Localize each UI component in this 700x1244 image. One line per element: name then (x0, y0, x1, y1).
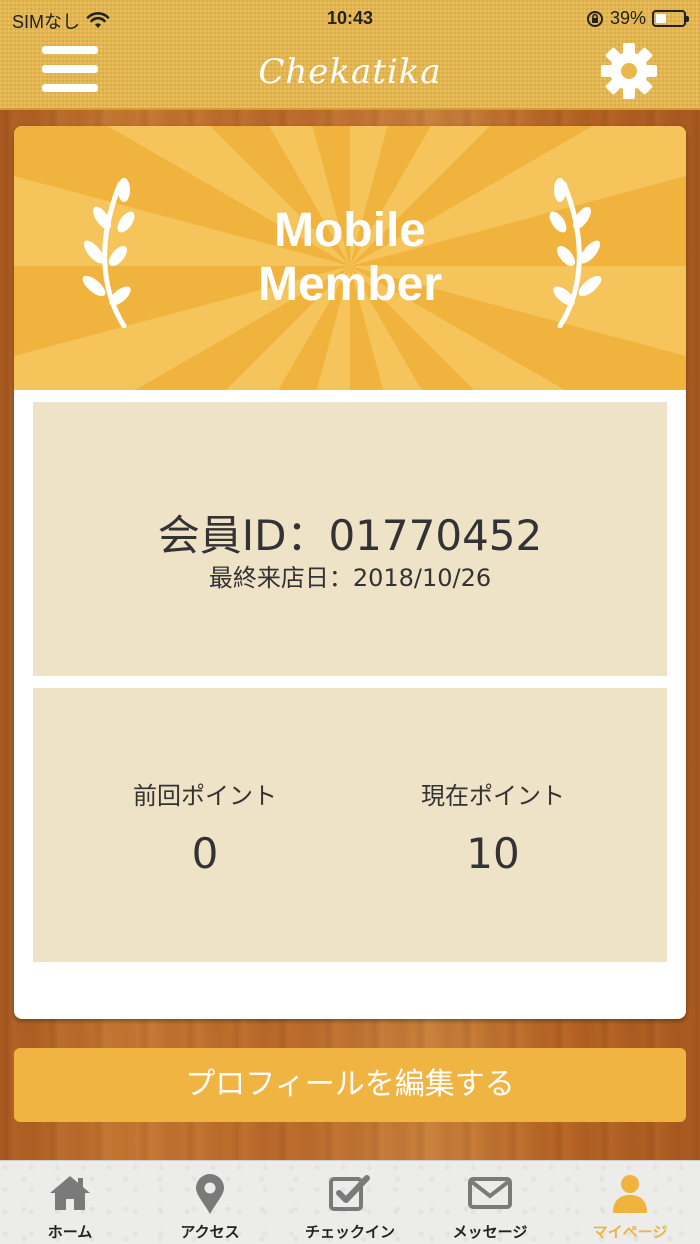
tab-message-label: メッセージ (452, 1223, 528, 1241)
home-icon (50, 1176, 90, 1210)
current-points-value: 10 (466, 829, 520, 878)
tab-mypage[interactable]: マイページ (560, 1161, 700, 1244)
envelope-icon (468, 1177, 512, 1209)
tab-checkin[interactable]: チェックイン (280, 1161, 420, 1244)
rotation-lock-icon (586, 10, 603, 27)
member-banner: Mobile Member (14, 126, 686, 390)
member-id: 会員ID：01770452 (157, 511, 543, 560)
tab-mypage-label: マイページ (592, 1223, 668, 1241)
map-pin-icon (196, 1174, 224, 1214)
edit-profile-button[interactable]: プロフィールを編集する (14, 1048, 686, 1122)
member-id-panel: 会員ID：01770452 最終来店日：2018/10/26 (33, 402, 667, 676)
tab-home[interactable]: ホーム (0, 1161, 140, 1244)
brand-logo: Chekatika (258, 52, 442, 92)
checkbox-icon (329, 1175, 370, 1211)
tab-home-label: ホーム (47, 1223, 93, 1241)
current-points-label: 現在ポイント (421, 782, 565, 810)
gear-icon[interactable] (600, 42, 658, 100)
previous-points: 前回ポイント 0 (55, 776, 355, 878)
current-points: 現在ポイント 10 (343, 776, 643, 878)
previous-points-label: 前回ポイント (133, 782, 277, 810)
user-icon (613, 1175, 647, 1213)
tab-checkin-label: チェックイン (304, 1223, 395, 1241)
battery-percent: 39% (609, 8, 646, 28)
app-header: SIMなし 10:43 39% Chekatika (0, 0, 700, 110)
tab-access[interactable]: アクセス (140, 1161, 280, 1244)
status-bar: SIMなし 10:43 39% (0, 0, 700, 36)
previous-points-value: 0 (191, 829, 219, 878)
battery-icon (652, 10, 689, 27)
status-right: 39% (586, 8, 689, 29)
last-visit-date: 最終来店日：2018/10/26 (208, 564, 492, 592)
right-laurel-icon (549, 178, 602, 328)
tab-message[interactable]: メッセージ (420, 1161, 560, 1244)
member-card: Mobile Member 会員ID：01770452 最終来店日：2018/1… (14, 126, 686, 1019)
tab-access-label: アクセス (180, 1223, 240, 1241)
tab-bar: ホーム アクセス チェックイン メッセージ マイページ (0, 1160, 700, 1244)
points-panel: 前回ポイント 0 現在ポイント 10 (33, 688, 667, 962)
